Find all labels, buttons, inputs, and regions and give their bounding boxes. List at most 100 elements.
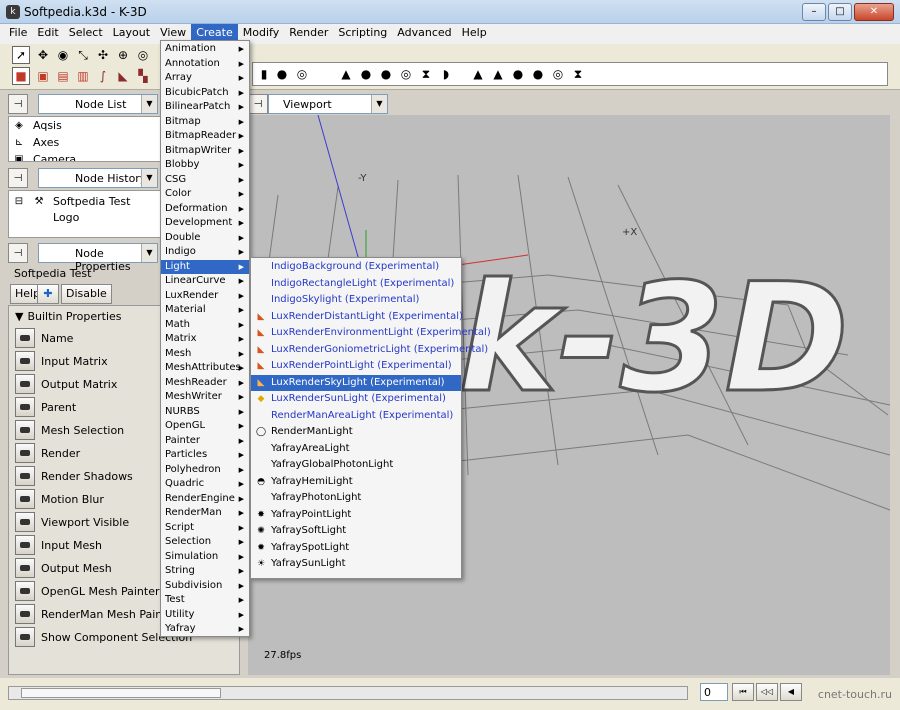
- scale-tool-icon[interactable]: ⤡: [74, 46, 92, 64]
- builtin-properties-section[interactable]: ▼ Builtin Properties: [15, 310, 122, 323]
- vertex-icon[interactable]: ▣: [34, 67, 52, 85]
- menu-render[interactable]: Render: [284, 24, 333, 42]
- menu-item-development[interactable]: Development ▶: [161, 216, 249, 231]
- pan-tool-icon[interactable]: ✣: [94, 46, 112, 64]
- edge-icon[interactable]: ▤: [54, 67, 72, 85]
- property-connect-icon[interactable]: [15, 420, 35, 440]
- menu-item-string[interactable]: String ▶: [161, 564, 249, 579]
- cone2-icon[interactable]: ▲: [469, 65, 487, 83]
- maximize-button[interactable]: □: [828, 3, 852, 21]
- property-row[interactable]: Name: [15, 327, 73, 349]
- menu-item-meshwriter[interactable]: MeshWriter ▶: [161, 390, 249, 405]
- menu-item-indigo[interactable]: Indigo ▶: [161, 245, 249, 260]
- property-connect-icon[interactable]: [15, 581, 35, 601]
- menu-item-simulation[interactable]: Simulation ▶: [161, 550, 249, 565]
- property-row[interactable]: Parent: [15, 396, 76, 418]
- menu-item-linearcurve[interactable]: LinearCurve ▶: [161, 274, 249, 289]
- menu-item-quadric[interactable]: Quadric ▶: [161, 477, 249, 492]
- menu-item-yafrayphotonlight[interactable]: YafrayPhotonLight: [251, 490, 461, 507]
- property-row[interactable]: Render: [15, 442, 80, 464]
- torus2-icon[interactable]: ◎: [549, 65, 567, 83]
- collapse-icon[interactable]: ⊟: [13, 196, 25, 208]
- menu-item-yafray[interactable]: Yafray ▶: [161, 622, 249, 637]
- pin-icon[interactable]: ⊣: [8, 243, 28, 263]
- property-row[interactable]: Mesh Selection: [15, 419, 124, 441]
- menu-item-color[interactable]: Color ▶: [161, 187, 249, 202]
- sphere4-icon[interactable]: ●: [509, 65, 527, 83]
- menu-item-luxrenderpointlight[interactable]: ◣ LuxRenderPointLight (Experimental): [251, 358, 461, 375]
- menu-item-opengl[interactable]: OpenGL ▶: [161, 419, 249, 434]
- menu-item-annotation[interactable]: Annotation ▶: [161, 57, 249, 72]
- menu-item-deformation[interactable]: Deformation ▶: [161, 202, 249, 217]
- cube-red-icon[interactable]: ■: [12, 67, 30, 85]
- property-connect-icon[interactable]: [15, 374, 35, 394]
- menu-item-math[interactable]: Math ▶: [161, 318, 249, 333]
- menu-item-blobby[interactable]: Blobby ▶: [161, 158, 249, 173]
- menu-item-luxrenderskylight[interactable]: ◣ LuxRenderSkyLight (Experimental): [251, 374, 461, 391]
- property-row[interactable]: Motion Blur: [15, 488, 104, 510]
- pin-icon[interactable]: ⊣: [8, 168, 28, 188]
- menu-item-painter[interactable]: Painter ▶: [161, 434, 249, 449]
- pin-icon[interactable]: ⊣: [248, 94, 268, 114]
- sphere2-icon[interactable]: ●: [357, 65, 375, 83]
- menu-item-indigobackground[interactable]: IndigoBackground (Experimental): [251, 259, 461, 276]
- nurbs-icon[interactable]: ◣: [114, 67, 132, 85]
- menu-item-rendermanlight[interactable]: ◯ RenderManLight: [251, 424, 461, 441]
- menu-item-selection[interactable]: Selection ▶: [161, 535, 249, 550]
- menu-item-light[interactable]: Light ▶: [161, 259, 249, 274]
- first-frame-icon[interactable]: ⏮: [732, 683, 754, 701]
- menu-item-mesh[interactable]: Mesh ▶: [161, 347, 249, 362]
- move-tool-icon[interactable]: ✥: [34, 46, 52, 64]
- face-icon[interactable]: ▥: [74, 67, 92, 85]
- menu-item-luxrendergoniometriclight[interactable]: ◣ LuxRenderGoniometricLight (Experimental…: [251, 342, 489, 359]
- menu-item-particles[interactable]: Particles ▶: [161, 448, 249, 463]
- timeline-thumb[interactable]: [21, 688, 221, 698]
- menu-item-bilinearpatch[interactable]: BilinearPatch ▶: [161, 100, 249, 115]
- menu-item-polyhedron[interactable]: Polyhedron ▶: [161, 463, 249, 478]
- menu-item-meshreader[interactable]: MeshReader ▶: [161, 376, 249, 391]
- disable-button[interactable]: Disable: [61, 284, 112, 304]
- close-button[interactable]: ✕: [854, 3, 894, 21]
- property-row[interactable]: Viewport Visible: [15, 511, 129, 533]
- rotate-tool-icon[interactable]: ◉: [54, 46, 72, 64]
- node-history-combo[interactable]: Node History ▼: [38, 168, 158, 188]
- cone3-icon[interactable]: ▲: [489, 65, 507, 83]
- property-row[interactable]: Output Matrix: [15, 373, 117, 395]
- hyperboloid-icon[interactable]: ⧗: [417, 65, 435, 83]
- timeline-scrubber[interactable]: [8, 686, 688, 700]
- node-list-combo[interactable]: Node List ▼: [38, 94, 158, 114]
- zoom-tool-icon[interactable]: ⊕: [114, 46, 132, 64]
- property-connect-icon[interactable]: [15, 512, 35, 532]
- menu-item-yafraysunlight[interactable]: ☀ YafraySunLight: [251, 556, 461, 573]
- paraboloid-icon[interactable]: ◗: [437, 65, 455, 83]
- hyperboloid2-icon[interactable]: ⧗: [569, 65, 587, 83]
- menu-item-csg[interactable]: CSG ▶: [161, 173, 249, 188]
- property-row[interactable]: Input Mesh: [15, 534, 102, 556]
- property-connect-icon[interactable]: [15, 627, 35, 647]
- menu-item-matrix[interactable]: Matrix ▶: [161, 332, 249, 347]
- menu-item-renderengine[interactable]: RenderEngine ▶: [161, 492, 249, 507]
- menu-item-material[interactable]: Material ▶: [161, 303, 249, 318]
- menu-item-luxrender[interactable]: LuxRender ▶: [161, 289, 249, 304]
- torus-icon[interactable]: ◎: [397, 65, 415, 83]
- menu-item-script[interactable]: Script ▶: [161, 521, 249, 536]
- sphere5-icon[interactable]: ●: [529, 65, 547, 83]
- frame-input[interactable]: 0: [700, 683, 728, 701]
- cylinder-icon[interactable]: ▮: [255, 65, 273, 83]
- menu-help[interactable]: Help: [457, 24, 492, 42]
- menu-item-yafrayspotlight[interactable]: ✹ YafraySpotLight: [251, 540, 461, 557]
- sphere-icon[interactable]: ●: [273, 65, 291, 83]
- menu-item-test[interactable]: Test ▶: [161, 593, 249, 608]
- menu-item-nurbs[interactable]: NURBS ▶: [161, 405, 249, 420]
- property-connect-icon[interactable]: [15, 397, 35, 417]
- play-reverse-icon[interactable]: ◀: [780, 683, 802, 701]
- property-connect-icon[interactable]: [15, 558, 35, 578]
- menu-item-yafrayglobalphotonlight[interactable]: YafrayGlobalPhotonLight: [251, 457, 461, 474]
- menu-item-yafrayhemilight[interactable]: ◓ YafrayHemiLight: [251, 474, 461, 491]
- property-row[interactable]: OpenGL Mesh Painter: [15, 580, 160, 602]
- property-connect-icon[interactable]: [15, 604, 35, 624]
- curve-icon[interactable]: ∫: [94, 67, 112, 85]
- menu-item-rendermanarealight[interactable]: RenderManAreaLight (Experimental): [251, 408, 461, 425]
- menu-item-yafrayarealight[interactable]: YafrayAreaLight: [251, 441, 461, 458]
- menu-select[interactable]: Select: [64, 24, 108, 42]
